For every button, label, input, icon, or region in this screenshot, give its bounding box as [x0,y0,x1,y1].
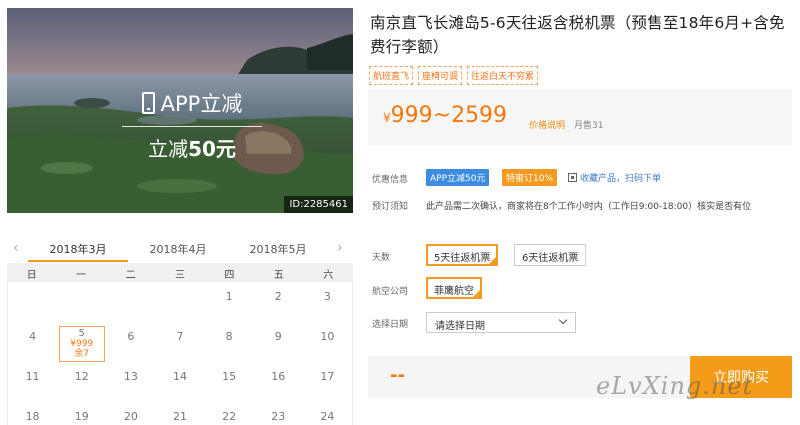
product-title: 南京直飞长滩岛5-6天往返含税机票（预售至18年6月+含免费行李额） [370,14,785,56]
selected-day-remaining: 余7 [74,349,90,359]
calendar-prev-icon[interactable]: ‹ [13,240,19,256]
promo-title: APP立减 [160,92,243,116]
monthly-sales: 月售31 [574,121,604,131]
weekday-sat: 六 [323,270,334,281]
product-page: APP立减 立减50元 ID:2285461 ‹ 2018年3月 2018年4月… [0,0,800,425]
calendar-day[interactable]: 8 [205,322,254,362]
chevron-down-icon [558,315,568,325]
option-5-day-ticket[interactable]: 5天往返机票 [426,244,499,266]
date-select-value: 请选择日期 [435,321,485,332]
selected-day-number: 5 [78,328,85,339]
option-6-day-ticket[interactable]: 6天往返机票 [514,244,587,266]
month-tab-2[interactable]: 2018年4月 [128,234,228,262]
date-select[interactable]: 请选择日期 [426,312,576,333]
calendar-weekday-header: 日 一 二 三 四 五 六 [7,263,353,282]
favorite-link[interactable]: 收藏产品，扫码下单 [568,171,661,184]
weekday-fri: 五 [273,270,284,281]
image-id-label: ID:2285461 [284,196,353,213]
feature-tag: 航班直飞 [369,66,414,85]
mobile-phone-icon [141,92,155,114]
calendar-day[interactable]: 17 [303,362,352,402]
calendar-day[interactable]: 24 [303,402,352,425]
weekday-tue: 二 [125,270,136,281]
calendar-day [8,282,57,322]
booking-notice-label: 预订须知 [372,202,409,212]
calendar-month-tabs: 2018年3月 2018年4月 2018年5月 [28,234,328,262]
feature-tags: 航班直飞 座椅可调 往返白天不穷累 [369,66,539,85]
calendar-day-selected[interactable]: 5 ¥999 余7 [57,322,106,362]
calendar-day[interactable]: 3 [303,282,352,322]
calendar-day [155,282,204,322]
promo-info-label: 优惠信息 [372,175,409,185]
calendar-day[interactable]: 9 [254,322,303,362]
days-label: 天数 [372,253,391,263]
calendar-day[interactable]: 13 [106,362,155,402]
price-range: ¥999~2599 [383,103,507,128]
calendar-day[interactable]: 6 [106,322,155,362]
selected-day-box[interactable]: 5 ¥999 余7 [58,326,105,362]
favorite-text: 收藏产品，扫码下单 [580,174,662,184]
calendar-day[interactable]: 23 [254,402,303,425]
calendar-day[interactable]: 10 [303,322,352,362]
calendar-day[interactable]: 7 [155,322,204,362]
calendar-grid: 1 2 3 4 5 ¥999 余7 6 7 8 9 10 11 12 13 14… [7,282,353,425]
price-panel: ¥999~2599 价格说明 月售31 [368,89,792,145]
calendar-day[interactable]: 12 [57,362,106,402]
calendar-day[interactable]: 19 [57,402,106,425]
calendar-next-icon[interactable]: › [337,240,343,256]
calendar-day[interactable]: 2 [254,282,303,322]
promo-prefix: 立减 [148,137,189,161]
selected-day-price: ¥999 [70,339,94,349]
calendar-day[interactable]: 11 [8,362,57,402]
date-label: 选择日期 [372,320,409,330]
currency-symbol: ¥ [383,111,391,125]
feature-tag: 往返白天不穷累 [467,66,539,85]
price-range-value: 999~2599 [390,103,508,128]
total-price: -- [390,365,405,386]
calendar-day [106,282,155,322]
calendar-day[interactable]: 4 [8,322,57,362]
weekday-thu: 四 [224,270,235,281]
calendar-day[interactable]: 1 [205,282,254,322]
feature-tag: 座椅可调 [418,66,463,85]
qr-code-icon [568,173,577,182]
discount-badge: 特蜜订10% [502,169,558,186]
product-image[interactable]: APP立减 立减50元 ID:2285461 [7,8,353,213]
watermark: eLvXing.net [596,372,754,400]
airline-label: 航空公司 [372,287,409,297]
weekday-mon: 一 [76,270,87,281]
calendar-day[interactable]: 22 [205,402,254,425]
option-airline[interactable]: 菲鹰航空 [426,277,482,299]
calendar-day [57,282,106,322]
promo-amount: 50元 [188,137,236,161]
calendar-day[interactable]: 21 [155,402,204,425]
weekday-wed: 三 [174,270,185,281]
calendar-day[interactable]: 15 [205,362,254,402]
month-tab-3[interactable]: 2018年5月 [228,234,328,262]
calendar-day[interactable]: 18 [8,402,57,425]
promo-divider [122,126,262,127]
weekday-sun: 日 [26,270,37,281]
booking-notice-text: 此产品需二次确认，商家将在8个工作小时内（工作日9:00-18:00）核实是否有… [426,202,752,212]
calendar-day[interactable]: 16 [254,362,303,402]
calendar-day[interactable]: 20 [106,402,155,425]
app-discount-badge: APP立减50元 [426,169,490,186]
app-discount-promo: APP立减 立减50元 [122,88,262,162]
month-tab-1[interactable]: 2018年3月 [28,234,128,262]
price-explanation-link[interactable]: 价格说明 [529,118,565,131]
calendar-day[interactable]: 14 [155,362,204,402]
